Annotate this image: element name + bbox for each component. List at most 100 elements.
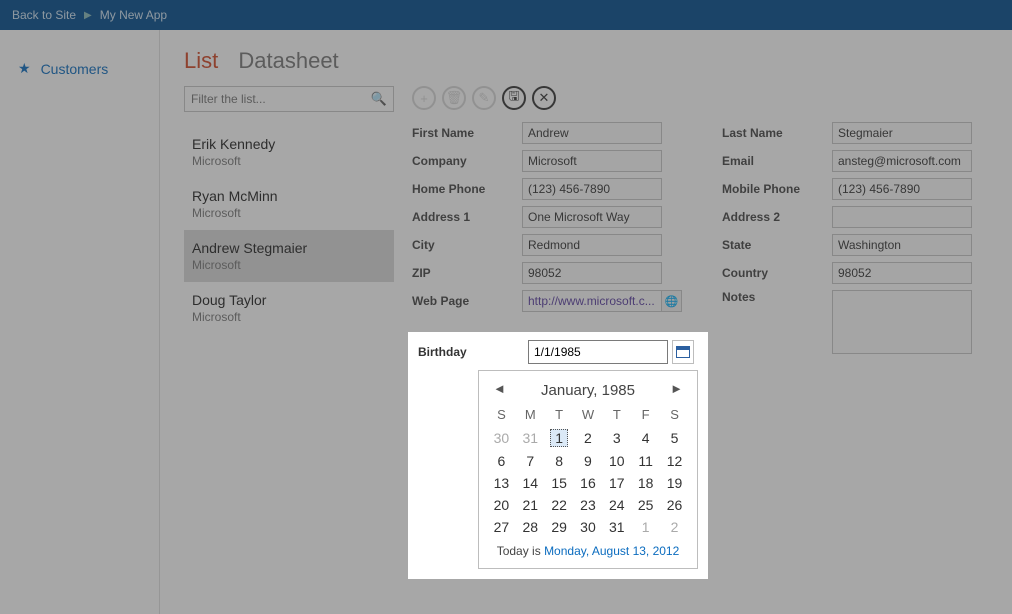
left-nav: ★ Customers bbox=[0, 30, 160, 614]
breadcrumb-sep-icon: ▶ bbox=[84, 10, 92, 21]
calendar-day-cell[interactable]: 30 bbox=[574, 516, 603, 538]
calendar-title[interactable]: January, 1985 bbox=[541, 382, 635, 399]
add-button[interactable]: + bbox=[412, 86, 436, 110]
calendar-day-cell[interactable]: 31 bbox=[516, 426, 545, 450]
country-field[interactable]: 98052 bbox=[832, 262, 972, 284]
calendar-day-cell[interactable]: 26 bbox=[660, 494, 689, 516]
calendar-day-cell[interactable]: 14 bbox=[516, 472, 545, 494]
calendar-day-cell[interactable]: 19 bbox=[660, 472, 689, 494]
datepicker-popout: Birthday ◄ January, 1985 ► SMTWTFS 30311… bbox=[408, 332, 708, 579]
cancel-button[interactable]: ✕ bbox=[532, 86, 556, 110]
calendar-day-cell[interactable]: 9 bbox=[574, 450, 603, 472]
city-field[interactable]: Redmond bbox=[522, 234, 662, 256]
birthday-input[interactable] bbox=[528, 340, 668, 364]
first-name-field[interactable]: Andrew bbox=[522, 122, 662, 144]
back-to-site-link[interactable]: Back to Site bbox=[12, 8, 76, 22]
list-item[interactable]: Ryan McMinn Microsoft bbox=[184, 178, 394, 230]
list-item-sub: Microsoft bbox=[192, 206, 386, 220]
calendar-grid: SMTWTFS 30311234567891011121314151617181… bbox=[487, 403, 689, 538]
calendar-day-cell[interactable]: 23 bbox=[574, 494, 603, 516]
calendar-day-header: T bbox=[545, 403, 574, 426]
list-item[interactable]: Andrew Stegmaier Microsoft bbox=[184, 230, 394, 282]
calendar-day-cell[interactable]: 29 bbox=[545, 516, 574, 538]
calendar-day-cell[interactable]: 15 bbox=[545, 472, 574, 494]
calendar-day-cell[interactable]: 1 bbox=[631, 516, 660, 538]
label-home-phone: Home Phone bbox=[412, 182, 522, 196]
toolbar: + 🗑 ✎ 🖫 ✕ bbox=[412, 86, 988, 110]
label-country: Country bbox=[722, 266, 832, 280]
calendar-day-cell[interactable]: 2 bbox=[574, 426, 603, 450]
list-item[interactable]: Doug Taylor Microsoft bbox=[184, 282, 394, 334]
calendar-day-cell[interactable]: 3 bbox=[602, 426, 631, 450]
tab-list[interactable]: List bbox=[184, 48, 218, 73]
filter-box[interactable]: 🔍 bbox=[184, 86, 394, 112]
filter-input[interactable] bbox=[191, 92, 371, 106]
zip-field[interactable]: 98052 bbox=[522, 262, 662, 284]
calendar-day-cell[interactable]: 13 bbox=[487, 472, 516, 494]
globe-icon[interactable]: 🌐 bbox=[662, 290, 682, 312]
email-field[interactable]: ansteg@microsoft.com bbox=[832, 150, 972, 172]
calendar-day-cell[interactable]: 30 bbox=[487, 426, 516, 450]
calendar-prev-button[interactable]: ◄ bbox=[489, 379, 510, 398]
plus-icon: + bbox=[420, 91, 428, 106]
calendar-day-cell[interactable]: 17 bbox=[602, 472, 631, 494]
notes-field[interactable] bbox=[832, 290, 972, 354]
app-title[interactable]: My New App bbox=[100, 8, 167, 22]
label-email: Email bbox=[722, 154, 832, 168]
calendar-day-cell[interactable]: 8 bbox=[545, 450, 574, 472]
address1-field[interactable]: One Microsoft Way bbox=[522, 206, 662, 228]
label-mobile-phone: Mobile Phone bbox=[722, 182, 832, 196]
calendar-today-prefix: Today is bbox=[497, 544, 544, 558]
label-city: City bbox=[412, 238, 522, 252]
calendar-day-cell[interactable]: 31 bbox=[602, 516, 631, 538]
calendar-day-cell[interactable]: 2 bbox=[660, 516, 689, 538]
tab-datasheet[interactable]: Datasheet bbox=[238, 48, 338, 73]
calendar-today: Today is Monday, August 13, 2012 bbox=[487, 544, 689, 558]
calendar-day-cell[interactable]: 16 bbox=[574, 472, 603, 494]
search-icon[interactable]: 🔍 bbox=[371, 91, 387, 107]
list-item[interactable]: Erik Kennedy Microsoft bbox=[184, 126, 394, 178]
calendar-day-cell[interactable]: 28 bbox=[516, 516, 545, 538]
list-item-sub: Microsoft bbox=[192, 154, 386, 168]
calendar-day-cell[interactable]: 20 bbox=[487, 494, 516, 516]
calendar-day-cell[interactable]: 7 bbox=[516, 450, 545, 472]
list-item-name: Erik Kennedy bbox=[192, 136, 386, 152]
list-item-sub: Microsoft bbox=[192, 258, 386, 272]
company-field[interactable]: Microsoft bbox=[522, 150, 662, 172]
last-name-field[interactable]: Stegmaier bbox=[832, 122, 972, 144]
home-phone-field[interactable]: (123) 456-7890 bbox=[522, 178, 662, 200]
close-icon: ✕ bbox=[539, 90, 550, 106]
calendar-day-cell[interactable]: 22 bbox=[545, 494, 574, 516]
calendar-day-cell[interactable]: 1 bbox=[545, 426, 574, 450]
calendar-day-cell[interactable]: 4 bbox=[631, 426, 660, 450]
calendar-day-cell[interactable]: 5 bbox=[660, 426, 689, 450]
state-field[interactable]: Washington bbox=[832, 234, 972, 256]
calendar-day-cell[interactable]: 11 bbox=[631, 450, 660, 472]
customer-list: Erik Kennedy Microsoft Ryan McMinn Micro… bbox=[184, 126, 394, 334]
calendar-button[interactable] bbox=[672, 340, 694, 364]
mobile-phone-field[interactable]: (123) 456-7890 bbox=[832, 178, 972, 200]
pencil-icon: ✎ bbox=[479, 90, 490, 106]
calendar-day-header: F bbox=[631, 403, 660, 426]
calendar-day-header: S bbox=[660, 403, 689, 426]
address2-field[interactable] bbox=[832, 206, 972, 228]
save-button[interactable]: 🖫 bbox=[502, 86, 526, 110]
web-page-field[interactable]: http://www.microsoft.c... bbox=[522, 290, 662, 312]
calendar-today-link[interactable]: Monday, August 13, 2012 bbox=[544, 544, 679, 558]
calendar-day-cell[interactable]: 10 bbox=[602, 450, 631, 472]
delete-button[interactable]: 🗑 bbox=[442, 86, 466, 110]
calendar-day-cell[interactable]: 27 bbox=[487, 516, 516, 538]
calendar-day-cell[interactable]: 12 bbox=[660, 450, 689, 472]
calendar-day-cell[interactable]: 21 bbox=[516, 494, 545, 516]
calendar-day-cell[interactable]: 25 bbox=[631, 494, 660, 516]
nav-customers[interactable]: ★ Customers bbox=[0, 54, 159, 83]
label-state: State bbox=[722, 238, 832, 252]
label-web-page: Web Page bbox=[412, 294, 522, 308]
calendar-day-cell[interactable]: 24 bbox=[602, 494, 631, 516]
edit-button[interactable]: ✎ bbox=[472, 86, 496, 110]
calendar-day-cell[interactable]: 6 bbox=[487, 450, 516, 472]
calendar-widget: ◄ January, 1985 ► SMTWTFS 30311234567891… bbox=[478, 370, 698, 569]
calendar-next-button[interactable]: ► bbox=[666, 379, 687, 398]
label-first-name: First Name bbox=[412, 126, 522, 140]
calendar-day-cell[interactable]: 18 bbox=[631, 472, 660, 494]
